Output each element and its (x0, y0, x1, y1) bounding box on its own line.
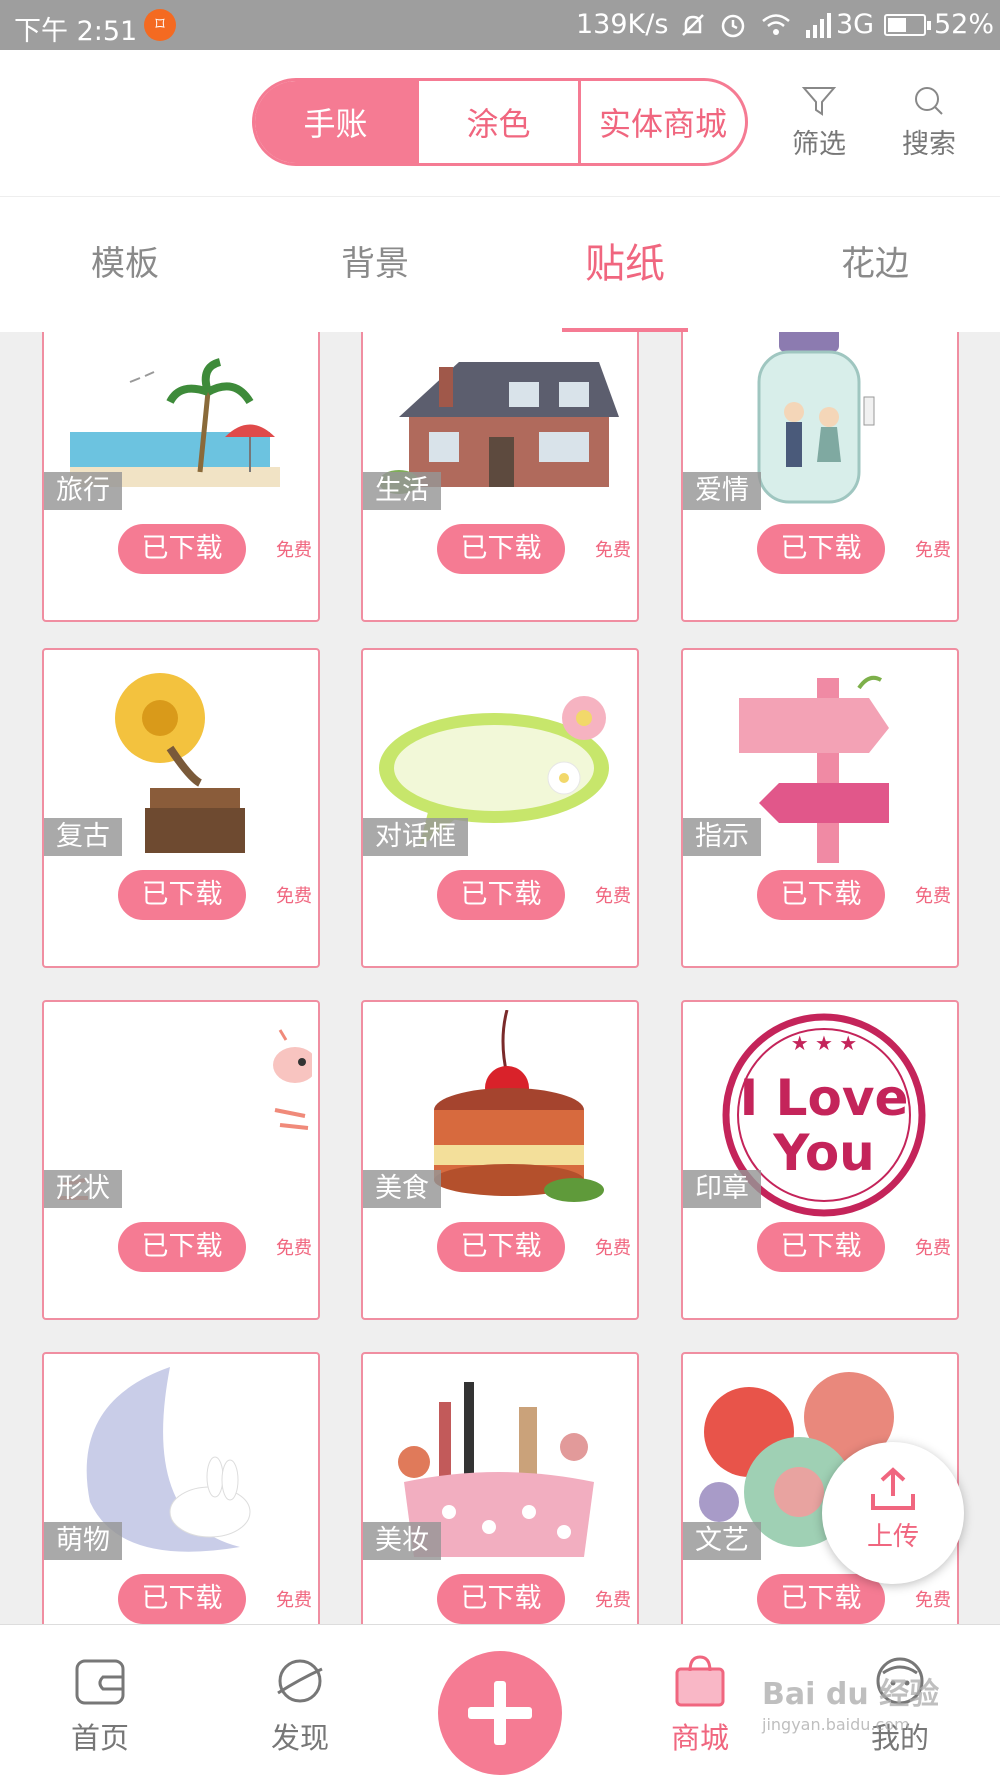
downloaded-button[interactable]: 已下载 (757, 1222, 885, 1272)
price-label: 免费 (276, 540, 312, 561)
bottom-navigation: 首页 发现 商城 我的 Bai du 经验 jingyan.baidu.com (0, 1624, 1000, 1778)
downloaded-button[interactable]: 已下载 (118, 1574, 246, 1624)
battery-icon (884, 14, 931, 36)
sticker-card-speech-bubble[interactable]: 对话框 已下载 免费 (361, 648, 639, 968)
sticker-grid: 旅行 已下载 免费 生活 已下载 免费 爱情 已下载 免费 复古 已下载 免费 … (0, 332, 1000, 1624)
network-type: 3G (836, 9, 875, 40)
sticker-tag: 爱情 (683, 472, 761, 510)
sticker-card-stamp[interactable]: I Love You ★ ★ ★ 印章 已下载 免费 (681, 1000, 959, 1320)
app-notification-icon: ⌑ (144, 9, 176, 41)
nav-mall[interactable]: 商城 (640, 1655, 760, 1757)
filter-button[interactable]: 筛选 (779, 84, 859, 161)
search-button[interactable]: 搜索 (889, 84, 969, 161)
bell-off-icon (682, 14, 704, 36)
downloaded-button[interactable]: 已下载 (118, 524, 246, 574)
sticker-card-food[interactable]: 美食 已下载 免费 (361, 1000, 639, 1320)
downloaded-button[interactable]: 已下载 (757, 524, 885, 574)
tab-stickers[interactable]: 贴纸 (500, 197, 750, 332)
tab-background[interactable]: 背景 (250, 197, 500, 332)
sticker-tag: 旅行 (44, 472, 122, 510)
downloaded-button[interactable]: 已下载 (437, 524, 565, 574)
wallet-icon (75, 1659, 125, 1705)
create-button[interactable] (438, 1651, 562, 1775)
nav-mall-label: 商城 (670, 1721, 729, 1755)
downloaded-button[interactable]: 已下载 (437, 1222, 565, 1272)
sticker-tag: 对话框 (363, 818, 468, 856)
watermark-main: Bai du 经验 (762, 1677, 940, 1712)
sticker-tag: 美妆 (363, 1522, 441, 1560)
tab-borders[interactable]: 花边 (750, 197, 1000, 332)
sticker-tag: 文艺 (683, 1522, 761, 1560)
downloaded-button[interactable]: 已下载 (437, 1574, 565, 1624)
app-screen: 下午 2:51 ⌑ 139K/s 3G 52% 手账 涂色 实体商城 筛选 搜索… (0, 0, 1000, 1778)
category-tabs: 模板 背景 贴纸 花边 (0, 197, 1000, 332)
nav-home-label: 首页 (70, 1721, 129, 1755)
battery-percent: 52% (934, 9, 995, 40)
price-label: 免费 (595, 886, 631, 907)
price-label: 免费 (595, 1238, 631, 1259)
upload-button[interactable]: 上传 (822, 1442, 964, 1584)
filter-icon (801, 87, 837, 116)
search-label: 搜索 (902, 129, 956, 160)
sticker-card-signpost[interactable]: 指示 已下载 免费 (681, 648, 959, 968)
search-icon (915, 87, 943, 115)
price-label: 免费 (276, 1238, 312, 1259)
price-label: 免费 (915, 1238, 951, 1259)
downloaded-button[interactable]: 已下载 (118, 870, 246, 920)
downloaded-button[interactable]: 已下载 (757, 1574, 885, 1624)
sticker-tag: 指示 (683, 818, 761, 856)
signal-icon (806, 13, 831, 38)
tab-stickers-label: 贴纸 (585, 241, 665, 287)
segment-coloring[interactable]: 涂色 (419, 81, 582, 163)
price-label: 免费 (915, 540, 951, 561)
top-header: 手账 涂色 实体商城 筛选 搜索 (0, 50, 1000, 197)
sticker-tag: 复古 (44, 818, 122, 856)
price-label: 免费 (915, 1590, 951, 1611)
nav-discover[interactable]: 发现 (240, 1655, 360, 1757)
sticker-card-life[interactable]: 生活 已下载 免费 (361, 332, 639, 622)
price-label: 免费 (276, 1590, 312, 1611)
segment-physical-store[interactable]: 实体商城 (581, 81, 745, 163)
nav-discover-label: 发现 (270, 1721, 329, 1755)
status-time: 下午 2:51 (14, 16, 138, 47)
shopping-bag-icon (675, 1655, 725, 1707)
downloaded-button[interactable]: 已下载 (757, 870, 885, 920)
sticker-card-love[interactable]: 爱情 已下载 免费 (681, 332, 959, 622)
status-bar: 下午 2:51 ⌑ 139K/s 3G 52% (0, 0, 1000, 50)
sticker-card-cute[interactable]: 萌物 已下载 免费 (42, 1352, 320, 1624)
sticker-card-vintage[interactable]: 复古 已下载 免费 (42, 648, 320, 968)
upload-icon (871, 1467, 915, 1510)
watermark: Bai du 经验 jingyan.baidu.com (762, 1669, 939, 1734)
nav-home[interactable]: 首页 (40, 1655, 160, 1757)
sticker-tag: 美食 (363, 1170, 441, 1208)
sticker-tag: 形状 (44, 1170, 122, 1208)
tab-template[interactable]: 模板 (0, 197, 250, 332)
filter-label: 筛选 (792, 129, 846, 160)
mode-segmented-control: 手账 涂色 实体商城 (252, 78, 748, 166)
sticker-card-makeup[interactable]: 美妆 已下载 免费 (361, 1352, 639, 1624)
downloaded-button[interactable]: 已下载 (437, 870, 565, 920)
price-label: 免费 (915, 886, 951, 907)
sticker-card-travel[interactable]: 旅行 已下载 免费 (42, 332, 320, 622)
watermark-sub: jingyan.baidu.com (762, 1715, 910, 1734)
price-label: 免费 (595, 1590, 631, 1611)
network-speed: 139K/s (576, 9, 669, 40)
planet-icon (277, 1659, 323, 1703)
svg-text:★ ★ ★: ★ ★ ★ (791, 1031, 858, 1055)
status-icons (678, 10, 838, 40)
sticker-tag: 印章 (683, 1170, 761, 1208)
sticker-card-shapes[interactable]: 形状 已下载 免费 (42, 1000, 320, 1320)
stamp-text-line1: I Love (740, 1069, 909, 1127)
segment-journal[interactable]: 手账 (255, 81, 419, 163)
downloaded-button[interactable]: 已下载 (118, 1222, 246, 1272)
upload-label: 上传 (866, 1522, 919, 1552)
price-label: 免费 (595, 540, 631, 561)
stamp-text-line2: You (772, 1124, 875, 1182)
price-label: 免费 (276, 886, 312, 907)
wifi-icon (762, 14, 790, 35)
sticker-tag: 萌物 (44, 1522, 122, 1560)
sticker-tag: 生活 (363, 472, 441, 510)
alarm-icon (721, 14, 745, 38)
